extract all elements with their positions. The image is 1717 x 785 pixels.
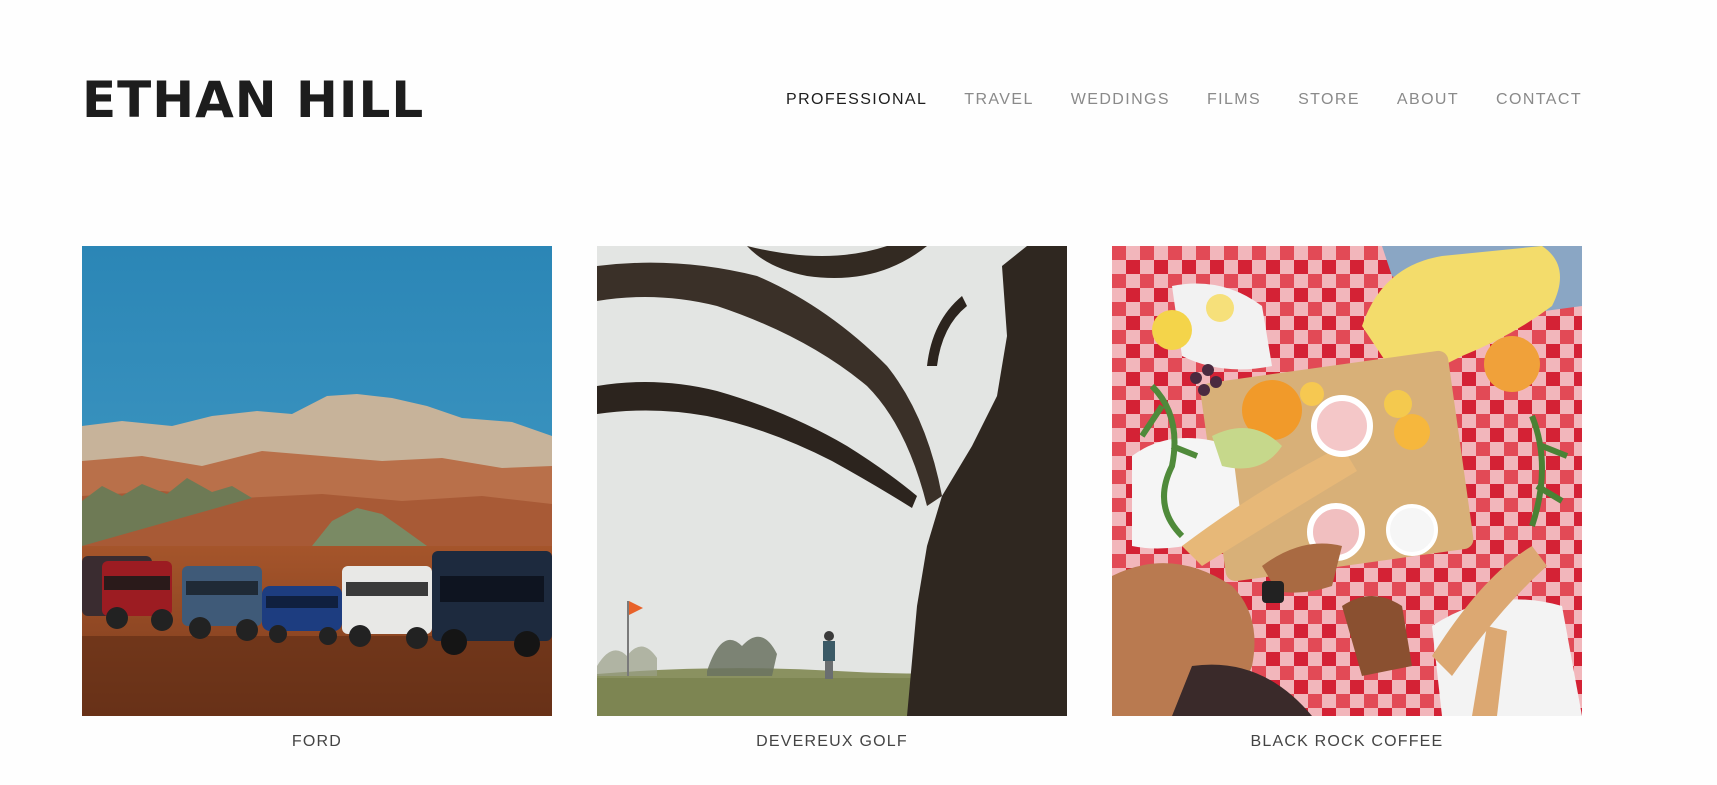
picnic-image[interactable] [1112, 246, 1582, 716]
gallery-caption: BLACK ROCK COFFEE [1250, 733, 1444, 750]
nav-item-store[interactable]: STORE [1298, 91, 1360, 109]
nav-item-contact[interactable]: CONTACT [1496, 91, 1582, 109]
gallery-caption: FORD [291, 733, 343, 750]
gallery-card-black-rock-coffee[interactable]: BLACK ROCK COFFEE [1112, 246, 1582, 751]
gallery-grid: FORD DEVEREUX GOLF BLACK ROCK COFFEE [82, 246, 1582, 751]
nav-item-about[interactable]: ABOUT [1397, 91, 1459, 109]
nav-item-travel[interactable]: TRAVEL [964, 91, 1033, 109]
site-logo[interactable]: ETHAN HILL [82, 71, 424, 129]
main-nav: PROFESSIONAL TRAVEL WEDDINGS FILMS STORE… [786, 91, 1582, 109]
gallery-card-devereux-golf[interactable]: DEVEREUX GOLF [597, 246, 1067, 751]
nav-item-weddings[interactable]: WEDDINGS [1071, 91, 1170, 109]
site-header: ETHAN HILL PROFESSIONAL TRAVEL WEDDINGS … [82, 60, 1582, 140]
gallery-caption: DEVEREUX GOLF [756, 733, 908, 750]
gallery-card-ford[interactable]: FORD [82, 246, 552, 751]
ford-vehicles-desert-image[interactable] [82, 246, 552, 716]
nav-item-films[interactable]: FILMS [1207, 91, 1261, 109]
nav-item-professional[interactable]: PROFESSIONAL [786, 91, 927, 109]
golf-tree-image[interactable] [597, 246, 1067, 716]
